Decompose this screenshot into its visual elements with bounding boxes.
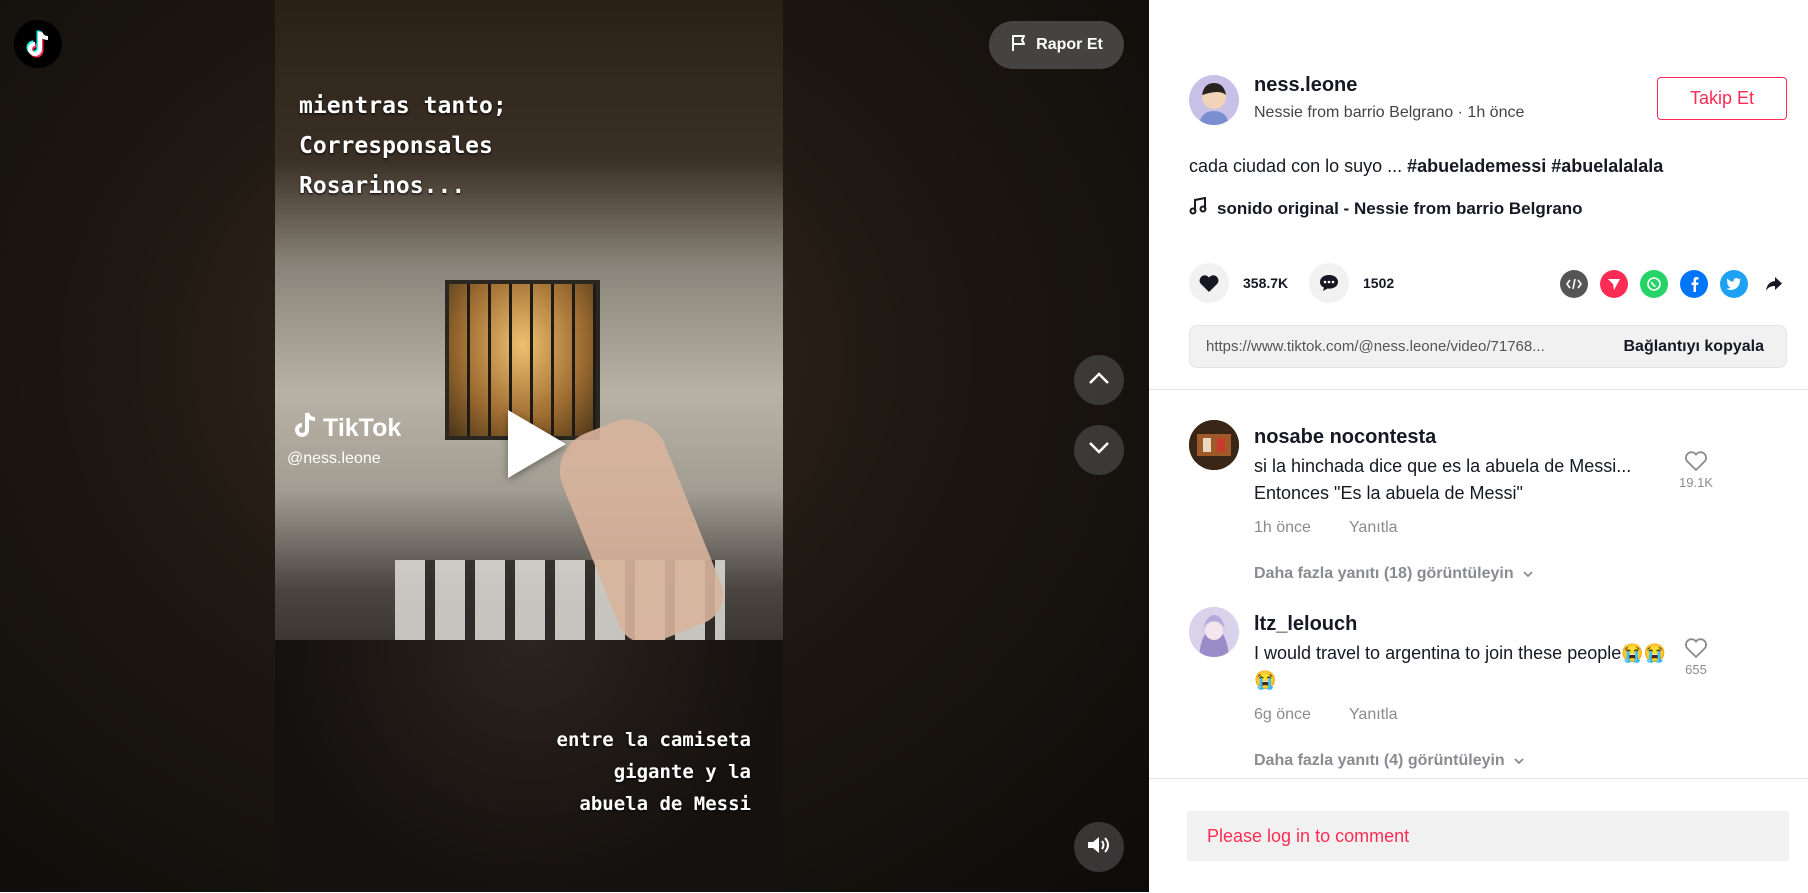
hashtag-link[interactable]: #abuelademessi [1407, 156, 1546, 176]
comment-like-count: 655 [1685, 662, 1707, 677]
previous-video-button[interactable] [1074, 355, 1124, 405]
report-button[interactable]: Rapor Et [989, 21, 1124, 69]
chevron-up-icon [1088, 371, 1110, 390]
chevron-down-icon [1513, 752, 1525, 770]
twitter-icon[interactable] [1720, 270, 1748, 298]
share-arrow-icon[interactable] [1760, 270, 1788, 298]
music-title: sonido original - Nessie from barrio Bel… [1217, 198, 1583, 218]
comment-meta: 6g önce Yanıtla [1254, 706, 1398, 724]
music-note-icon [1189, 196, 1207, 220]
embed-icon[interactable] [1560, 270, 1588, 298]
reply-button[interactable]: Yanıtla [1349, 706, 1398, 724]
section-divider [1149, 389, 1808, 390]
comment-count: 1502 [1363, 275, 1395, 291]
comment-like-count: 19.1K [1679, 475, 1713, 490]
play-icon[interactable] [508, 410, 566, 478]
like-stat[interactable]: 358.7K [1189, 263, 1288, 303]
comment-avatar[interactable] [1189, 420, 1239, 470]
author-subline: Nessie from barrio Belgrano · 1h önce [1254, 104, 1525, 121]
music-link[interactable]: sonido original - Nessie from barrio Bel… [1189, 196, 1583, 220]
chevron-down-icon [1522, 565, 1534, 583]
send-icon[interactable] [1600, 270, 1628, 298]
comment-time: 1h önce [1254, 519, 1311, 536]
video-player[interactable]: mientras tanto; Corresponsales Rosarinos… [275, 0, 783, 892]
whatsapp-icon[interactable] [1640, 270, 1668, 298]
comment-like[interactable]: 19.1K [1666, 450, 1726, 490]
author-avatar[interactable] [1189, 75, 1239, 125]
next-video-button[interactable] [1074, 425, 1124, 475]
view-more-replies[interactable]: Daha fazla yanıtı (4) görüntüleyin [1254, 752, 1525, 770]
author-display-name: Nessie from barrio Belgrano [1254, 104, 1454, 121]
login-to-comment[interactable]: Please log in to comment [1187, 811, 1789, 861]
comment-meta: 1h önce Yanıtla [1254, 519, 1398, 537]
comment-icon[interactable] [1309, 263, 1349, 303]
comment-avatar[interactable] [1189, 607, 1239, 657]
watermark-brand: TikTok [291, 410, 401, 447]
post-description: cada ciudad con lo suyo ... #abuelademes… [1189, 156, 1663, 177]
comment-username[interactable]: nosabe nocontesta [1254, 426, 1436, 449]
comment-time: 6g önce [1254, 706, 1311, 723]
video-caption-bottom: entre la camiseta gigante y la abuela de… [556, 729, 751, 815]
comment-bar: Please log in to comment [1149, 778, 1808, 893]
heart-icon[interactable] [1189, 263, 1229, 303]
hashtag-link[interactable]: #abuelalalala [1551, 156, 1663, 176]
detail-sidebar: ness.leone Nessie from barrio Belgrano ·… [1149, 0, 1808, 893]
watermark-brand-text: TikTok [323, 414, 402, 442]
comment-stat[interactable]: 1502 [1309, 263, 1394, 303]
report-label: Rapor Et [1036, 36, 1103, 53]
comment-text: I would travel to argentina to join thes… [1254, 643, 1667, 690]
author-username[interactable]: ness.leone [1254, 74, 1357, 97]
flag-icon [1010, 34, 1028, 57]
tiktok-logo[interactable] [14, 20, 62, 68]
comment-text: si la hinchada dice que es la abuela de … [1254, 456, 1632, 503]
copy-link-button[interactable]: Bağlantıyı kopyala [1624, 338, 1765, 356]
like-count: 358.7K [1243, 275, 1289, 291]
facebook-icon[interactable] [1680, 270, 1708, 298]
view-more-label: Daha fazla yanıtı (4) görüntüleyin [1254, 752, 1505, 769]
volume-button[interactable] [1074, 822, 1124, 872]
follow-button[interactable]: Takip Et [1657, 77, 1787, 120]
video-caption-top: mientras tanto; Corresponsales Rosarinos… [299, 93, 507, 199]
watermark-username: @ness.leone [287, 450, 381, 467]
video-pane: mientras tanto; Corresponsales Rosarinos… [0, 0, 1149, 892]
comment-username[interactable]: ltz_lelouch [1254, 613, 1357, 636]
comment-like[interactable]: 655 [1666, 637, 1726, 677]
view-more-label: Daha fazla yanıtı (18) görüntüleyin [1254, 565, 1514, 582]
description-text: cada ciudad con lo suyo ... [1189, 156, 1403, 176]
tiktok-note-icon [291, 410, 319, 447]
video-link-url[interactable]: https://www.tiktok.com/@ness.leone/video… [1206, 338, 1545, 355]
heart-outline-icon[interactable] [1684, 638, 1708, 662]
heart-outline-icon[interactable] [1684, 451, 1708, 475]
video-link-box: https://www.tiktok.com/@ness.leone/video… [1189, 325, 1787, 368]
view-more-replies[interactable]: Daha fazla yanıtı (18) görüntüleyin [1254, 565, 1534, 583]
volume-icon [1086, 834, 1112, 861]
post-time: 1h önce [1467, 104, 1525, 121]
chevron-down-icon [1088, 441, 1110, 460]
reply-button[interactable]: Yanıtla [1349, 519, 1398, 537]
